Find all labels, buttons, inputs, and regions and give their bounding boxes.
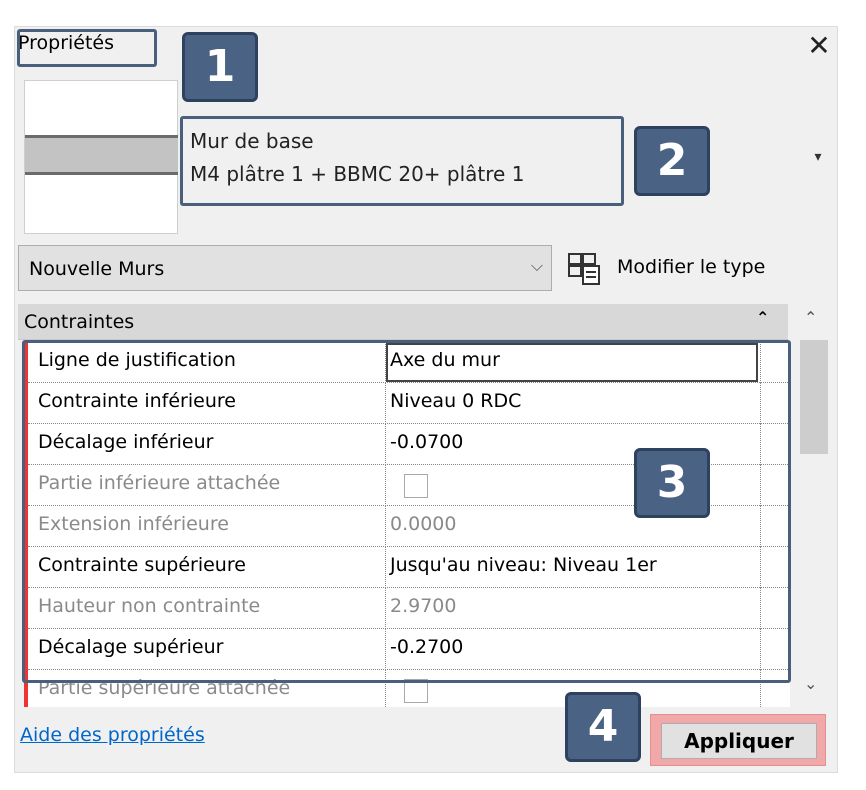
scroll-down-icon[interactable]: ⌄ xyxy=(804,674,817,693)
modify-type-label: Modifier le type xyxy=(617,256,766,278)
badge-2: 2 xyxy=(634,126,710,196)
section-label: Contraintes xyxy=(24,311,135,333)
type-highlight-box xyxy=(180,116,624,206)
filter-selected-value: Nouvelle Murs xyxy=(29,258,165,280)
close-icon[interactable]: ✕ xyxy=(803,30,835,62)
scroll-up-icon[interactable]: ⌃ xyxy=(804,308,817,327)
section-header-constraints[interactable]: Contraintes ⌃ xyxy=(18,304,788,340)
wall-type-preview xyxy=(24,80,178,234)
type-dropdown-icon[interactable]: ▾ xyxy=(806,145,830,169)
badge-1: 1 xyxy=(182,32,258,102)
instance-filter-select[interactable]: Nouvelle Murs ⌵ xyxy=(18,245,552,291)
scrollbar-thumb[interactable] xyxy=(800,340,828,454)
title-highlight-box xyxy=(17,29,157,67)
badge-4: 4 xyxy=(565,692,641,762)
badge-3: 3 xyxy=(634,448,710,518)
edit-type-icon xyxy=(568,253,600,285)
modify-type-button[interactable]: Modifier le type xyxy=(565,250,815,288)
apply-button[interactable]: Appliquer xyxy=(661,723,817,759)
properties-help-link[interactable]: Aide des propriétés xyxy=(20,724,205,746)
chevron-down-icon: ⌵ xyxy=(530,256,543,275)
collapse-icon[interactable]: ⌃ xyxy=(756,308,769,327)
apply-highlight: Appliquer xyxy=(650,714,826,766)
wall-preview-icon xyxy=(25,135,178,175)
